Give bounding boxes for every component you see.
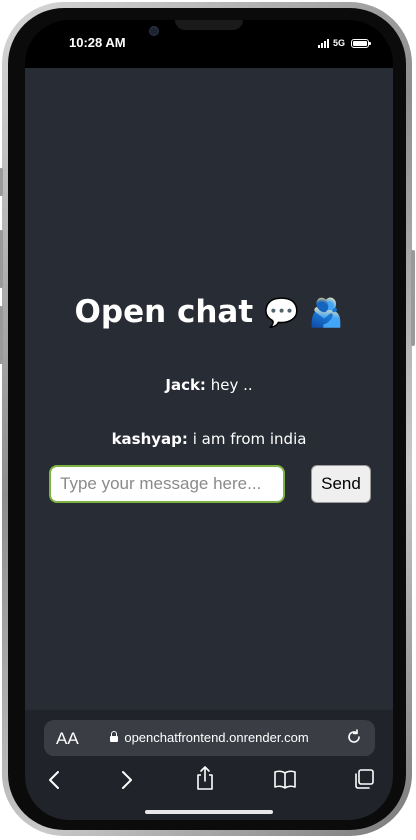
speaker-notch (175, 20, 243, 30)
browser-nav (25, 765, 393, 796)
chat-message: kashyap: i am from india (25, 430, 393, 448)
power-button (411, 250, 415, 346)
action-button (0, 168, 3, 196)
back-icon[interactable] (47, 768, 61, 796)
tabs-icon[interactable] (353, 768, 375, 794)
screen: 10:28 AM 5G Open chat 💬 🫂 Jack: hey .. k… (25, 20, 393, 820)
url-text: openchatfrontend.onrender.com (124, 730, 309, 745)
network-type: 5G (332, 38, 345, 48)
message-text: i am from india (192, 430, 307, 448)
send-button[interactable]: Send (311, 465, 371, 503)
browser-toolbar: AA openchatfrontend.onrender.com (25, 710, 393, 820)
status-indicators: 5G (317, 38, 371, 48)
bookmarks-icon[interactable] (273, 768, 297, 794)
url-display[interactable]: openchatfrontend.onrender.com (44, 730, 375, 745)
message-user: Jack: (165, 376, 206, 394)
message-user: kashyap: (111, 430, 188, 448)
message-text: hey .. (210, 376, 253, 394)
title-emojis: 💬 🫂 (263, 296, 344, 329)
signal-icon (317, 38, 329, 48)
forward-icon[interactable] (120, 768, 134, 796)
status-time: 10:28 AM (69, 35, 126, 50)
battery-icon (351, 38, 371, 48)
reload-icon[interactable] (345, 728, 363, 751)
title-text: Open chat (74, 294, 254, 330)
page-title: Open chat 💬 🫂 (25, 294, 393, 330)
front-camera-icon (149, 26, 159, 36)
home-indicator (145, 810, 273, 814)
chat-message: Jack: hey .. (25, 376, 393, 394)
share-icon[interactable] (195, 765, 215, 795)
volume-down-button (0, 306, 3, 364)
message-input[interactable] (49, 465, 285, 503)
volume-up-button (0, 230, 3, 288)
address-bar[interactable]: AA openchatfrontend.onrender.com (44, 720, 375, 756)
chat-page: Open chat 💬 🫂 Jack: hey .. kashyap: i am… (25, 68, 393, 710)
lock-icon (110, 730, 119, 742)
status-bar: 10:28 AM 5G (25, 20, 393, 68)
